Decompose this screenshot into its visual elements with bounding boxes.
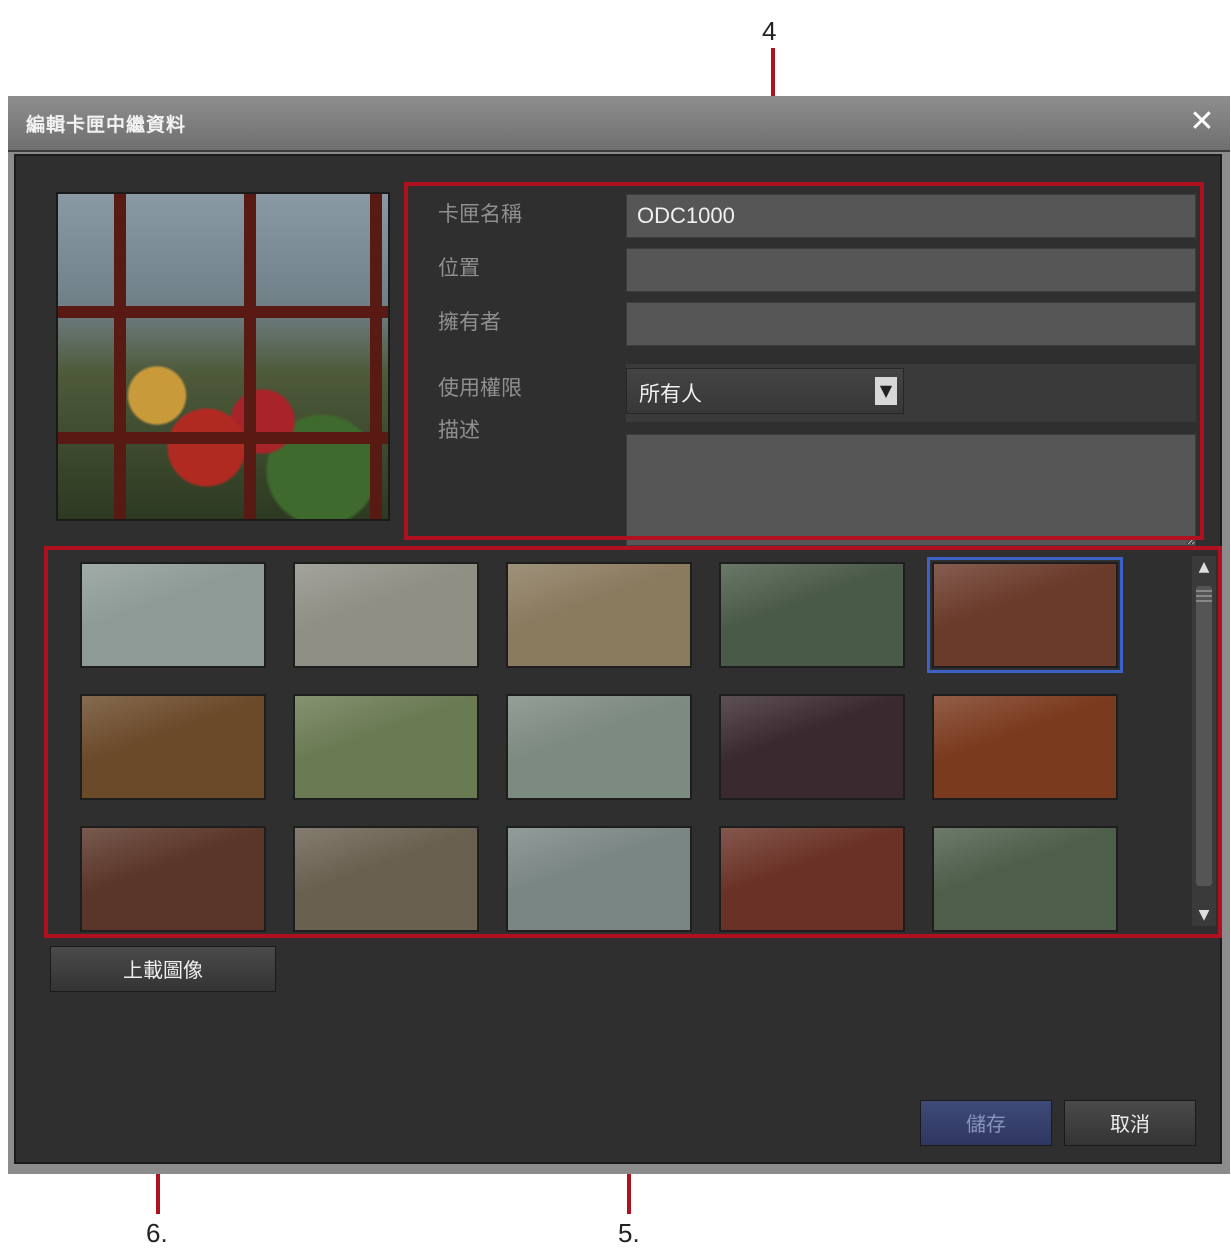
close-icon[interactable]: ✕ — [1184, 104, 1220, 140]
highlight-box-4 — [404, 182, 1204, 540]
highlight-box-5 — [44, 546, 1222, 938]
upload-image-button[interactable]: 上載圖像 — [50, 946, 276, 992]
title-bar: 編輯卡匣中繼資料 ✕ — [8, 96, 1230, 152]
save-button[interactable]: 儲存 — [920, 1100, 1052, 1146]
callout-4: 4 — [762, 16, 777, 46]
dialog-title: 編輯卡匣中繼資料 — [26, 114, 187, 136]
edit-cartridge-metadata-dialog: 編輯卡匣中繼資料 ✕ 卡匣名稱 位置 擁有者 使用權限 所有人 ▼ — [8, 96, 1230, 1174]
cartridge-preview-image — [56, 192, 390, 521]
cancel-button[interactable]: 取消 — [1064, 1100, 1196, 1146]
callout-6: 6. — [146, 1218, 168, 1248]
callout-5: 5. — [618, 1218, 640, 1248]
dialog-body: 卡匣名稱 位置 擁有者 使用權限 所有人 ▼ 描述 ▲ — [14, 154, 1222, 1164]
